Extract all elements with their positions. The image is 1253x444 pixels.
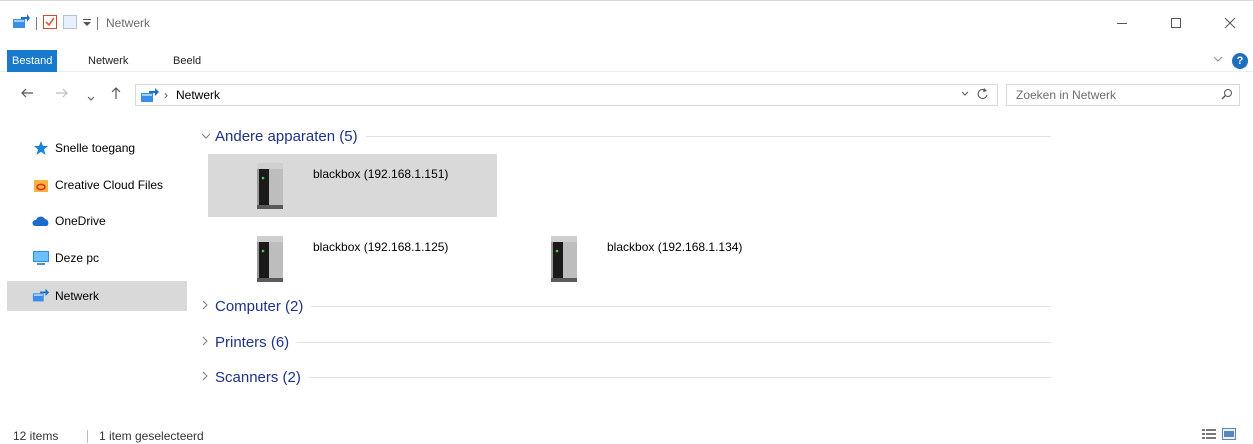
onedrive-icon: [32, 213, 50, 229]
network-icon: [32, 288, 50, 304]
device-item[interactable]: blackbox (192.168.1.134): [502, 227, 791, 290]
chevron-right-icon[interactable]: [201, 335, 215, 349]
sidebar-item-label: Creative Cloud Files: [55, 178, 164, 192]
title-bar: Netwerk: [0, 0, 1253, 40]
sidebar-item-onedrive[interactable]: OneDrive: [32, 206, 187, 236]
file-list: Andere apparaten (5) blackbox (192.168.1…: [195, 120, 1253, 420]
up-button[interactable]: [109, 86, 123, 103]
star-icon: [32, 140, 50, 156]
search-icon[interactable]: [1221, 88, 1233, 103]
maximize-button[interactable]: [1161, 11, 1191, 35]
group-label: Andere apparaten (5): [215, 127, 358, 145]
window-title: Netwerk: [106, 16, 151, 30]
divider: [36, 16, 37, 30]
group-header-scanners[interactable]: Scanners (2): [201, 366, 1051, 388]
sidebar-item-label: Netwerk: [55, 289, 100, 303]
chevron-right-icon[interactable]: [201, 299, 215, 313]
sidebar-item-label: Deze pc: [55, 251, 100, 265]
pc-icon: [32, 250, 50, 266]
expand-ribbon-icon[interactable]: [1213, 53, 1223, 67]
navigation-pane: Snelle toegang Creative Cloud Files OneD…: [0, 120, 195, 420]
sidebar-item-netwerk[interactable]: Netwerk: [7, 281, 187, 311]
selection-count: 1 item geselecteerd: [99, 429, 204, 443]
sidebar-item-snelle-toegang[interactable]: Snelle toegang: [32, 133, 187, 163]
divider: [308, 376, 1051, 378]
address-history-icon[interactable]: [961, 89, 969, 99]
divider: [311, 305, 1051, 307]
forward-button[interactable]: [55, 86, 69, 103]
server-icon: [255, 234, 285, 284]
status-bar: 12 items 1 item geselecteerd: [0, 424, 1253, 444]
network-icon: [140, 88, 160, 107]
group-label: Printers (6): [215, 333, 290, 351]
minimize-button[interactable]: [1107, 11, 1137, 35]
group-label: Computer (2): [215, 297, 304, 315]
group-label: Scanners (2): [215, 368, 301, 386]
new-folder-icon[interactable]: [63, 14, 77, 32]
recent-locations-icon[interactable]: [87, 90, 95, 105]
device-label: blackbox (192.168.1.134): [607, 240, 743, 254]
group-header-printers[interactable]: Printers (6): [201, 331, 1051, 353]
help-icon[interactable]: ?: [1232, 53, 1248, 69]
group-header-andere-apparaten[interactable]: Andere apparaten (5): [201, 125, 1051, 147]
breadcrumb-separator-icon[interactable]: ›: [164, 88, 168, 102]
address-row: › Netwerk Zoeken in Netwerk: [0, 80, 1253, 110]
customize-toolbar-icon[interactable]: [83, 17, 91, 30]
tab-beeld[interactable]: Beeld: [165, 50, 209, 72]
device-item[interactable]: blackbox (192.168.1.125): [208, 227, 497, 290]
group-header-computer[interactable]: Computer (2): [201, 295, 1051, 317]
device-item[interactable]: blackbox (192.168.1.151): [208, 154, 497, 217]
divider: [87, 430, 88, 443]
large-icons-view-icon[interactable]: [1222, 428, 1236, 440]
tab-netwerk[interactable]: Netwerk: [80, 50, 136, 72]
tab-bestand[interactable]: Bestand: [7, 50, 58, 72]
item-count: 12 items: [13, 429, 59, 443]
divider: [297, 341, 1051, 343]
server-icon: [549, 234, 579, 284]
search-input[interactable]: Zoeken in Netwerk: [1006, 84, 1240, 106]
divider: [97, 16, 98, 30]
chevron-down-icon[interactable]: [201, 129, 215, 143]
ribbon-tabs: Bestand Netwerk Beeld ?: [0, 50, 1253, 72]
network-folder-icon[interactable]: [12, 13, 30, 33]
divider: [365, 135, 1051, 137]
sidebar-item-deze-pc[interactable]: Deze pc: [32, 243, 187, 273]
sidebar-item-label: OneDrive: [55, 214, 106, 228]
device-label: blackbox (192.168.1.151): [313, 167, 449, 181]
creative-cloud-icon: [32, 177, 50, 193]
address-bar[interactable]: › Netwerk: [135, 84, 998, 106]
search-placeholder: Zoeken in Netwerk: [1016, 88, 1117, 102]
breadcrumb-netwerk[interactable]: Netwerk: [176, 88, 220, 102]
properties-icon[interactable]: [43, 14, 57, 32]
details-view-icon[interactable]: [1202, 428, 1216, 440]
back-button[interactable]: [20, 86, 34, 103]
server-icon: [255, 161, 285, 211]
sidebar-item-creative-cloud-files[interactable]: Creative Cloud Files: [32, 170, 187, 200]
sidebar-item-label: Snelle toegang: [55, 141, 136, 155]
quick-access-toolbar: Netwerk: [12, 13, 151, 33]
close-button[interactable]: [1215, 11, 1245, 35]
device-label: blackbox (192.168.1.125): [313, 240, 449, 254]
chevron-right-icon[interactable]: [201, 370, 215, 384]
refresh-icon[interactable]: [977, 87, 989, 104]
